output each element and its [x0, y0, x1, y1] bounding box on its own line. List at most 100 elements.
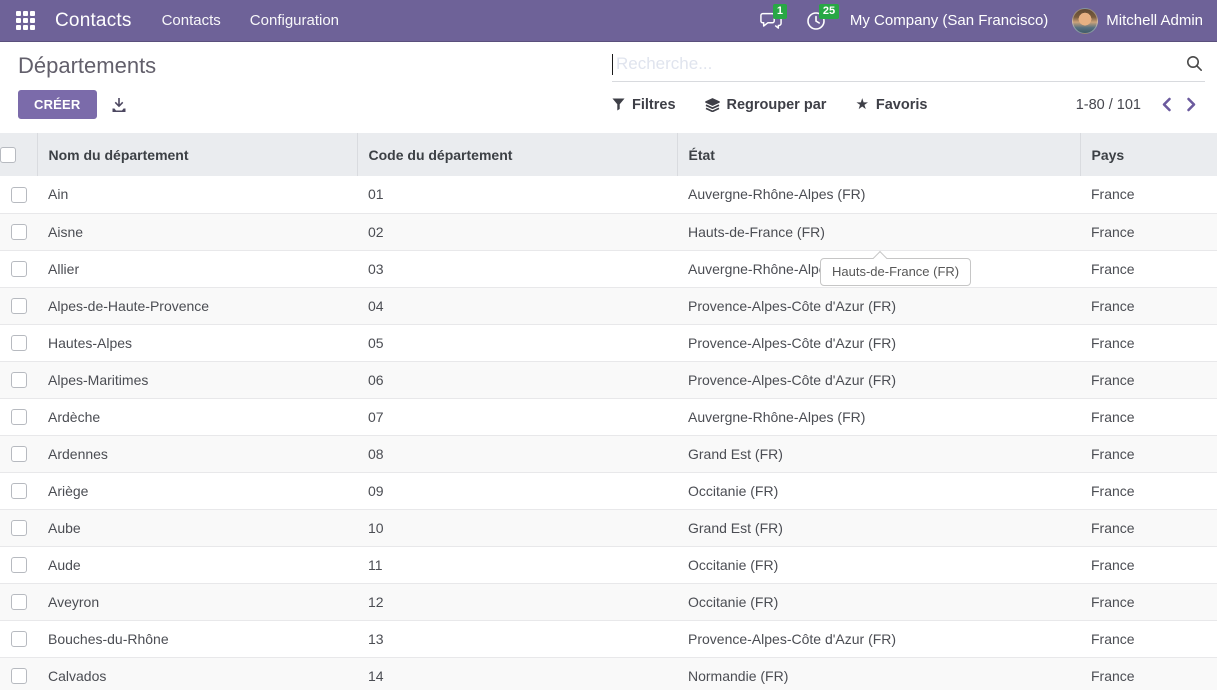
- cell-department-name[interactable]: Aude: [37, 546, 357, 583]
- search-input[interactable]: [612, 54, 1205, 78]
- cell-state[interactable]: Provence-Alpes-Côte d'Azur (FR): [677, 361, 1080, 398]
- cell-department-code[interactable]: 07: [357, 398, 677, 435]
- menu-item-contacts[interactable]: Contacts: [162, 12, 221, 29]
- cell-department-code[interactable]: 01: [357, 176, 677, 213]
- favorites-button[interactable]: ★ Favoris: [855, 97, 927, 113]
- group-by-button[interactable]: Regrouper par: [705, 97, 827, 113]
- column-header-name[interactable]: Nom du département: [37, 133, 357, 176]
- column-header-state[interactable]: État: [677, 133, 1080, 176]
- cell-country[interactable]: France: [1080, 509, 1217, 546]
- cell-department-code[interactable]: 12: [357, 583, 677, 620]
- cell-department-name[interactable]: Bouches-du-Rhône: [37, 620, 357, 657]
- cell-department-code[interactable]: 04: [357, 287, 677, 324]
- cell-country[interactable]: France: [1080, 435, 1217, 472]
- search-icon[interactable]: [1186, 55, 1203, 77]
- row-checkbox[interactable]: [11, 409, 27, 425]
- export-button[interactable]: [111, 97, 127, 113]
- cell-country[interactable]: France: [1080, 546, 1217, 583]
- cell-country[interactable]: France: [1080, 657, 1217, 690]
- select-all-checkbox[interactable]: [0, 147, 16, 163]
- cell-department-code[interactable]: 11: [357, 546, 677, 583]
- cell-department-code[interactable]: 03: [357, 250, 677, 287]
- filters-button[interactable]: Filtres: [612, 97, 676, 113]
- row-checkbox[interactable]: [11, 372, 27, 388]
- cell-country[interactable]: France: [1080, 620, 1217, 657]
- table-row[interactable]: Ardèche 07 Auvergne-Rhône-Alpes (FR) Fra…: [0, 398, 1217, 435]
- cell-department-code[interactable]: 06: [357, 361, 677, 398]
- cell-department-code[interactable]: 13: [357, 620, 677, 657]
- column-header-country[interactable]: Pays: [1080, 133, 1217, 176]
- table-row[interactable]: Alpes-de-Haute-Provence 04 Provence-Alpe…: [0, 287, 1217, 324]
- cell-department-name[interactable]: Ardennes: [37, 435, 357, 472]
- cell-department-name[interactable]: Alpes-Maritimes: [37, 361, 357, 398]
- cell-department-code[interactable]: 05: [357, 324, 677, 361]
- cell-department-name[interactable]: Aube: [37, 509, 357, 546]
- row-checkbox[interactable]: [11, 298, 27, 314]
- user-menu[interactable]: Mitchell Admin: [1072, 8, 1203, 34]
- table-row[interactable]: Ain 01 Auvergne-Rhône-Alpes (FR) France: [0, 176, 1217, 213]
- cell-department-name[interactable]: Allier: [37, 250, 357, 287]
- cell-state[interactable]: Provence-Alpes-Côte d'Azur (FR): [677, 324, 1080, 361]
- row-checkbox[interactable]: [11, 594, 27, 610]
- row-checkbox[interactable]: [11, 557, 27, 573]
- cell-department-name[interactable]: Alpes-de-Haute-Provence: [37, 287, 357, 324]
- cell-country[interactable]: France: [1080, 583, 1217, 620]
- cell-country[interactable]: France: [1080, 213, 1217, 250]
- cell-country[interactable]: France: [1080, 176, 1217, 213]
- row-checkbox[interactable]: [11, 335, 27, 351]
- table-row[interactable]: Allier 03 Auvergne-Rhône-Alpes (FR) Fran…: [0, 250, 1217, 287]
- cell-state[interactable]: Occitanie (FR): [677, 583, 1080, 620]
- cell-department-name[interactable]: Calvados: [37, 657, 357, 690]
- row-checkbox[interactable]: [11, 483, 27, 499]
- table-row[interactable]: Aveyron 12 Occitanie (FR) France: [0, 583, 1217, 620]
- cell-country[interactable]: France: [1080, 361, 1217, 398]
- table-row[interactable]: Aube 10 Grand Est (FR) France: [0, 509, 1217, 546]
- cell-state[interactable]: Provence-Alpes-Côte d'Azur (FR): [677, 287, 1080, 324]
- cell-department-name[interactable]: Aisne: [37, 213, 357, 250]
- messages-button[interactable]: 1: [760, 11, 782, 30]
- cell-country[interactable]: France: [1080, 287, 1217, 324]
- cell-state[interactable]: Hauts-de-France (FR): [677, 213, 1080, 250]
- cell-department-name[interactable]: Hautes-Alpes: [37, 324, 357, 361]
- row-checkbox[interactable]: [11, 261, 27, 277]
- cell-state[interactable]: Provence-Alpes-Côte d'Azur (FR): [677, 620, 1080, 657]
- cell-department-name[interactable]: Ardèche: [37, 398, 357, 435]
- row-checkbox[interactable]: [11, 668, 27, 684]
- pager-previous-button[interactable]: [1159, 95, 1174, 114]
- table-row[interactable]: Alpes-Maritimes 06 Provence-Alpes-Côte d…: [0, 361, 1217, 398]
- cell-department-code[interactable]: 10: [357, 509, 677, 546]
- table-row[interactable]: Aude 11 Occitanie (FR) France: [0, 546, 1217, 583]
- row-checkbox[interactable]: [11, 224, 27, 240]
- table-row[interactable]: Ariège 09 Occitanie (FR) France: [0, 472, 1217, 509]
- cell-country[interactable]: France: [1080, 324, 1217, 361]
- menu-item-configuration[interactable]: Configuration: [250, 12, 339, 29]
- row-checkbox[interactable]: [11, 520, 27, 536]
- cell-department-code[interactable]: 09: [357, 472, 677, 509]
- row-checkbox[interactable]: [11, 446, 27, 462]
- company-switcher[interactable]: My Company (San Francisco): [850, 12, 1048, 29]
- cell-state[interactable]: Grand Est (FR): [677, 509, 1080, 546]
- cell-state[interactable]: Auvergne-Rhône-Alpes (FR): [677, 398, 1080, 435]
- table-row[interactable]: Aisne 02 Hauts-de-France (FR) France: [0, 213, 1217, 250]
- app-brand[interactable]: Contacts: [55, 10, 132, 32]
- row-checkbox[interactable]: [11, 187, 27, 203]
- row-checkbox[interactable]: [11, 631, 27, 647]
- table-row[interactable]: Bouches-du-Rhône 13 Provence-Alpes-Côte …: [0, 620, 1217, 657]
- activities-button[interactable]: 25: [806, 11, 826, 31]
- cell-state[interactable]: Occitanie (FR): [677, 546, 1080, 583]
- column-header-code[interactable]: Code du département: [357, 133, 677, 176]
- cell-state[interactable]: Auvergne-Rhône-Alpes (FR): [677, 176, 1080, 213]
- apps-menu-icon[interactable]: [16, 11, 35, 30]
- cell-state[interactable]: Normandie (FR): [677, 657, 1080, 690]
- cell-country[interactable]: France: [1080, 398, 1217, 435]
- table-row[interactable]: Hautes-Alpes 05 Provence-Alpes-Côte d'Az…: [0, 324, 1217, 361]
- create-button[interactable]: CRÉER: [18, 90, 97, 119]
- cell-country[interactable]: France: [1080, 472, 1217, 509]
- cell-department-name[interactable]: Aveyron: [37, 583, 357, 620]
- cell-state[interactable]: Grand Est (FR): [677, 435, 1080, 472]
- select-all-header[interactable]: [0, 133, 37, 176]
- cell-department-code[interactable]: 14: [357, 657, 677, 690]
- table-row[interactable]: Calvados 14 Normandie (FR) France: [0, 657, 1217, 690]
- cell-state[interactable]: Occitanie (FR): [677, 472, 1080, 509]
- cell-department-name[interactable]: Ain: [37, 176, 357, 213]
